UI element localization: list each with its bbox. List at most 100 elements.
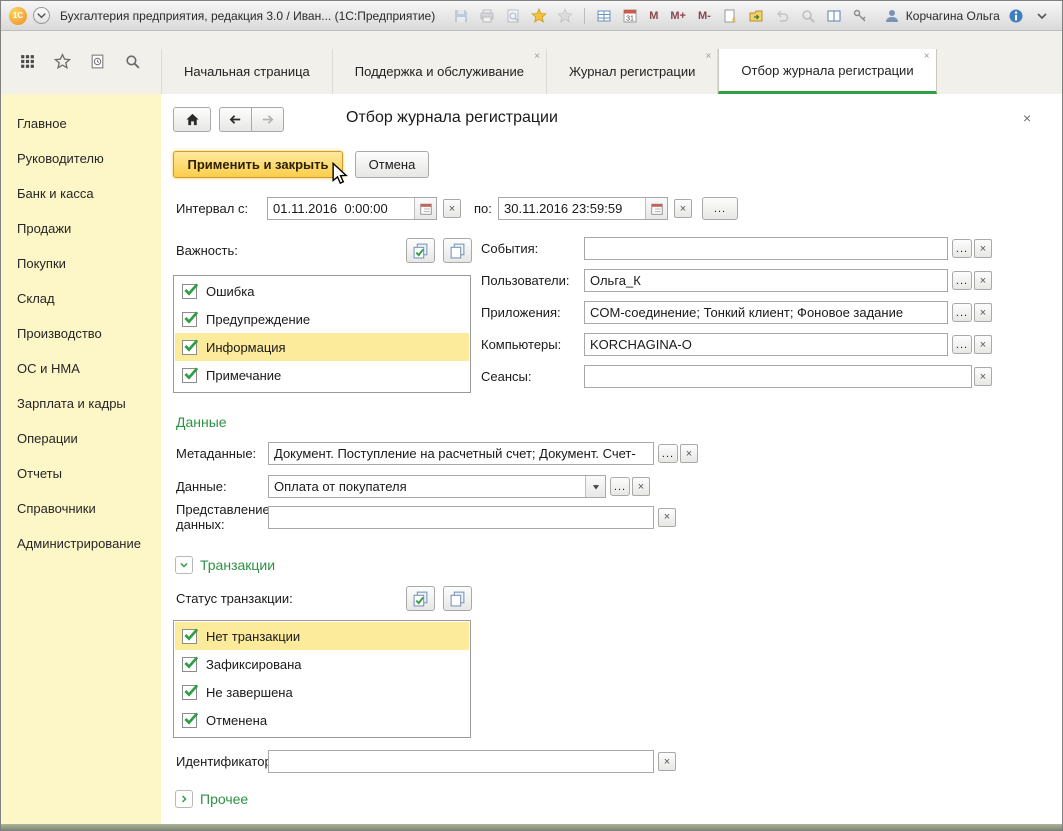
tx-row-no-transaction[interactable]: Нет транзакции: [175, 622, 469, 650]
events-clear-button[interactable]: ×: [974, 239, 992, 258]
transactions-section-title[interactable]: Транзакции: [200, 557, 275, 573]
checkbox-checked-icon[interactable]: [182, 310, 199, 327]
sidebar-item-purchases[interactable]: Покупки: [1, 246, 161, 281]
checkbox-checked-icon[interactable]: [182, 627, 199, 644]
save-icon[interactable]: [451, 6, 471, 26]
cancel-button[interactable]: Отмена: [355, 151, 429, 178]
minimize-button[interactable]: —: [1058, 6, 1062, 25]
events-input[interactable]: [584, 237, 948, 260]
checkbox-checked-icon[interactable]: [182, 366, 199, 383]
interval-to-input[interactable]: [499, 198, 645, 219]
sidebar-item-reports[interactable]: Отчеты: [1, 456, 161, 491]
users-select-button[interactable]: ...: [952, 271, 972, 290]
computers-clear-button[interactable]: ×: [974, 335, 992, 354]
check-all-button[interactable]: [406, 238, 435, 263]
sidebar-item-warehouse[interactable]: Склад: [1, 281, 161, 316]
identifier-input[interactable]: [268, 750, 654, 773]
events-select-button[interactable]: ...: [952, 239, 972, 258]
print-preview-icon[interactable]: [503, 6, 523, 26]
info-icon[interactable]: [1006, 6, 1026, 26]
presentation-input[interactable]: [268, 505, 654, 529]
tx-check-all-button[interactable]: [406, 586, 435, 611]
identifier-clear-button[interactable]: ×: [658, 752, 676, 771]
calendar-picker-icon[interactable]: [645, 198, 667, 219]
data-input[interactable]: [269, 476, 585, 497]
tab-close-icon[interactable]: ×: [534, 52, 540, 62]
favorites-star-icon[interactable]: [53, 52, 72, 73]
sidebar-item-sales[interactable]: Продажи: [1, 211, 161, 246]
undo-icon[interactable]: [772, 6, 792, 26]
checkbox-checked-icon[interactable]: [182, 711, 199, 728]
tab-close-icon[interactable]: ×: [706, 52, 712, 62]
sidebar-item-salary-hr[interactable]: Зарплата и кадры: [1, 386, 161, 421]
users-clear-button[interactable]: ×: [974, 271, 992, 290]
collapse-transactions-icon[interactable]: [175, 556, 193, 574]
new-document-icon[interactable]: [720, 6, 740, 26]
sidebar-item-bank-cash[interactable]: Банк и касса: [1, 176, 161, 211]
dropdown-arrow-icon[interactable]: [585, 476, 605, 497]
tab-close-icon[interactable]: ×: [924, 52, 930, 62]
importance-row-warning[interactable]: Предупреждение: [175, 305, 469, 333]
apply-close-button[interactable]: Применить и закрыть: [173, 151, 343, 178]
interval-from-input[interactable]: [268, 198, 414, 219]
interval-more-button[interactable]: ...: [702, 197, 738, 220]
tx-uncheck-all-button[interactable]: [443, 586, 472, 611]
importance-row-error[interactable]: Ошибка: [175, 277, 469, 305]
split-window-icon[interactable]: [824, 6, 844, 26]
metadata-select-button[interactable]: ...: [658, 444, 678, 463]
applications-clear-button[interactable]: ×: [974, 303, 992, 322]
sessions-clear-button[interactable]: ×: [974, 367, 992, 386]
open-document-icon[interactable]: [746, 6, 766, 26]
forward-button[interactable]: [251, 107, 284, 132]
sidebar-item-manager[interactable]: Руководителю: [1, 141, 161, 176]
system-menu-button[interactable]: [33, 7, 50, 24]
calc-memory-plus-button[interactable]: M+: [667, 10, 689, 22]
importance-row-information[interactable]: Информация: [175, 333, 469, 361]
calendar-picker-icon[interactable]: [414, 198, 436, 219]
add-favorite-star-icon[interactable]: [529, 6, 549, 26]
sidebar-item-main[interactable]: Главное: [1, 106, 161, 141]
print-icon[interactable]: [477, 6, 497, 26]
home-button[interactable]: [173, 107, 211, 132]
history-icon[interactable]: [89, 53, 106, 73]
sessions-input[interactable]: [584, 365, 972, 388]
sidebar-item-operations[interactable]: Операции: [1, 421, 161, 456]
sidebar-item-production[interactable]: Производство: [1, 316, 161, 351]
tab-event-log-filter[interactable]: Отбор журнала регистрации ×: [718, 49, 937, 94]
favorites-list-icon[interactable]: [555, 6, 575, 26]
search-icon[interactable]: [798, 6, 818, 26]
sidebar-item-fixed-assets[interactable]: ОС и НМА: [1, 351, 161, 386]
tab-support-maintenance[interactable]: Поддержка и обслуживание ×: [333, 49, 547, 94]
tx-row-cancelled[interactable]: Отменена: [175, 706, 469, 734]
sidebar-item-administration[interactable]: Администрирование: [1, 526, 161, 561]
users-input[interactable]: [584, 269, 948, 292]
key-icon[interactable]: [850, 6, 870, 26]
metadata-clear-button[interactable]: ×: [680, 444, 698, 463]
menu-grid-icon[interactable]: [19, 53, 36, 73]
calc-memory-minus-button[interactable]: M-: [695, 10, 714, 22]
computers-input[interactable]: [584, 333, 948, 356]
checkbox-checked-icon[interactable]: [182, 655, 199, 672]
expand-other-icon[interactable]: [175, 790, 193, 808]
close-form-icon[interactable]: ×: [1023, 110, 1031, 126]
tab-home-page[interactable]: Начальная страница: [161, 49, 333, 94]
applications-select-button[interactable]: ...: [952, 303, 972, 322]
clear-interval-to-button[interactable]: ×: [674, 199, 692, 218]
show-in-list-icon[interactable]: [594, 6, 614, 26]
calc-memory-button[interactable]: M: [646, 10, 661, 22]
computers-select-button[interactable]: ...: [952, 335, 972, 354]
presentation-clear-button[interactable]: ×: [658, 507, 676, 527]
checkbox-checked-icon[interactable]: [182, 683, 199, 700]
data-clear-button[interactable]: ×: [632, 477, 650, 496]
sidebar-item-directories[interactable]: Справочники: [1, 491, 161, 526]
calendar-icon[interactable]: 31: [620, 6, 640, 26]
other-section-title[interactable]: Прочее: [200, 791, 248, 807]
back-button[interactable]: [219, 107, 252, 132]
checkbox-checked-icon[interactable]: [182, 338, 199, 355]
data-select-button[interactable]: ...: [610, 477, 630, 496]
tx-row-unfinished[interactable]: Не завершена: [175, 678, 469, 706]
tabbar-search-icon[interactable]: [124, 53, 141, 73]
tab-event-log[interactable]: Журнал регистрации ×: [547, 49, 719, 94]
metadata-input[interactable]: [268, 442, 654, 465]
clear-interval-from-button[interactable]: ×: [443, 199, 461, 218]
